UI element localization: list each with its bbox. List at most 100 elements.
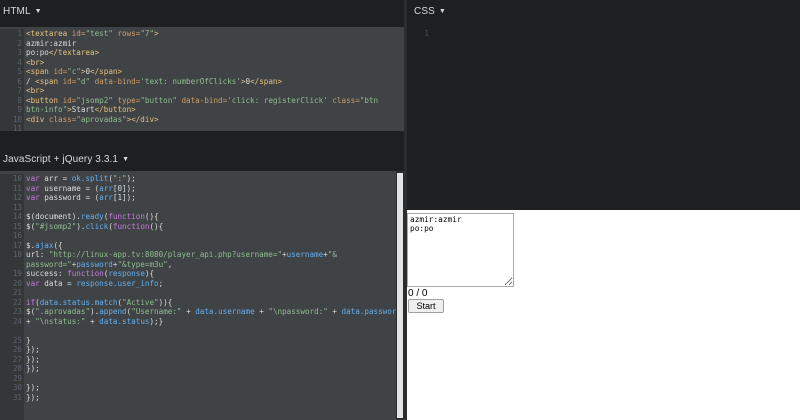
code-line[interactable]: $("#jsomp2").click(function(){ <box>26 222 396 232</box>
code-line[interactable]: var password = (arr[1]); <box>26 193 396 203</box>
code-token: "&type=m3u" <box>117 259 168 269</box>
code-token: Start <box>71 105 95 114</box>
code-line[interactable]: <div class="aprovadas"></div> <box>26 115 404 125</box>
css-code-editor[interactable]: 1 <box>407 27 800 210</box>
code-line[interactable] <box>26 203 396 213</box>
code-line[interactable]: var username = (arr[0]); <box>26 184 396 194</box>
result-textarea[interactable] <box>407 213 514 287</box>
jsfiddle-workspace: HTML ▼ 1 2 3 4 5 6 7 8 9 10 11 <textarea id="test"… <box>0 0 800 420</box>
code-line[interactable]: azmir:azmir <box>26 39 404 49</box>
code-line[interactable] <box>26 231 396 241</box>
code-token: [0]); <box>112 183 136 193</box>
code-line[interactable]: password="+password+"&type=m3u", <box>26 260 396 270</box>
code-line[interactable]: if(data.status.match("Active")){ <box>26 298 396 308</box>
code-token: "c" <box>67 67 81 76</box>
code-token: (){ <box>149 221 164 231</box>
code-line[interactable]: $(document).ready(function(){ <box>26 212 396 222</box>
code-line[interactable]: var arr = ok.split(":"); <box>26 174 396 184</box>
line-number: 20 <box>12 278 22 288</box>
code-token: 'click: registerClick' <box>227 95 328 105</box>
code-line[interactable]: url: "http://linux-app.tv:8080/player_ap… <box>26 250 396 260</box>
code-token: data.status.match <box>39 297 118 307</box>
code-token: class= <box>327 95 360 105</box>
code-token: ){ <box>144 269 155 278</box>
chevron-down-icon[interactable]: ▼ <box>122 156 129 163</box>
code-token: password=" <box>26 259 72 269</box>
code-token: }); <box>26 345 40 354</box>
chevron-down-icon[interactable]: ▼ <box>439 8 446 15</box>
start-button[interactable]: Start <box>408 299 444 313</box>
line-number: 4 <box>17 57 22 67</box>
chevron-down-icon[interactable]: ▼ <box>35 8 42 15</box>
code-line[interactable] <box>433 29 800 39</box>
code-line[interactable]: <br> <box>26 86 404 96</box>
code-token: success: <box>26 269 68 278</box>
code-line[interactable]: <textarea id="test" rows="7"> <box>26 29 404 39</box>
html-code-editor[interactable]: 1 2 3 4 5 6 7 8 9 10 11 <textarea id="test" rows="… <box>0 27 404 131</box>
code-token: <br> <box>26 57 45 67</box>
line-number: 23 <box>12 307 22 316</box>
code-token: ".aprovadas" <box>35 307 91 316</box>
code-token: }); <box>26 354 40 364</box>
code-line[interactable]: }); <box>26 383 396 393</box>
code-token: if <box>26 297 36 307</box>
code-line[interactable] <box>26 124 404 131</box>
code-line[interactable]: }); <box>26 355 396 365</box>
code-content[interactable]: var arr = ok.split(":"); var username = (… <box>26 174 396 402</box>
code-line[interactable]: }); <box>26 345 396 355</box>
code-token: "test" <box>85 29 113 38</box>
code-token: , <box>167 259 173 269</box>
code-token: + <box>85 316 100 326</box>
code-token: ; <box>158 278 164 288</box>
code-line[interactable]: + "\nstatus:" + data.status);} <box>26 317 396 327</box>
code-line[interactable] <box>26 374 396 384</box>
scrollbar-thumb[interactable] <box>397 173 403 418</box>
code-line[interactable]: <span id="c">0</span> <box>26 67 404 77</box>
code-line[interactable]: }); <box>26 393 396 403</box>
code-line[interactable]: / <span id="d" data-bind='text: numberOf… <box>26 77 404 87</box>
js-panel-header[interactable]: JavaScript + jQuery 3.3.1 ▼ <box>0 148 404 170</box>
code-line[interactable]: $.ajax({ <box>26 241 396 251</box>
code-token: arr = <box>44 174 72 183</box>
code-token: $. <box>26 240 36 250</box>
code-line[interactable]: btn-info">Start</button> <box>26 105 404 115</box>
code-line[interactable]: success: function(response){ <box>26 269 396 279</box>
code-line[interactable]: $(".aprovadas").append("Username:" + dat… <box>26 307 396 317</box>
code-token: "\nstatus:" <box>35 316 86 326</box>
code-token: + <box>327 307 342 316</box>
code-token: click <box>85 221 109 231</box>
line-number: 19 <box>12 269 22 278</box>
html-panel-header[interactable]: HTML ▼ <box>0 0 404 22</box>
code-content[interactable] <box>433 29 800 39</box>
code-line[interactable]: var data = response.user_info; <box>26 279 396 289</box>
js-code-editor[interactable]: 10 11 12 13 14 15 16 17 18 19 20 21 22 23 24 25 26 27 28 29… <box>0 171 396 420</box>
code-content[interactable]: <textarea id="test" rows="7"> azmir:azmir… <box>26 29 404 131</box>
code-line[interactable]: <br> <box>26 58 404 68</box>
line-number: 7 <box>17 86 22 95</box>
code-token: var <box>26 278 45 288</box>
code-line[interactable]: }); <box>26 364 396 374</box>
line-number: 3 <box>17 48 22 57</box>
code-token: data-bind= <box>176 95 228 105</box>
code-line[interactable] <box>26 288 396 298</box>
line-number: 18 <box>12 250 22 259</box>
line-number: 29 <box>12 373 22 383</box>
code-token: <br> <box>26 86 45 95</box>
code-token: } <box>26 335 31 345</box>
code-line[interactable]: } <box>26 336 396 346</box>
code-token: var <box>26 183 45 193</box>
css-panel-header[interactable]: CSS ▼ <box>411 0 800 22</box>
code-token: data-bind= <box>90 76 141 86</box>
html-panel-title: HTML <box>3 5 31 17</box>
line-number <box>0 260 24 270</box>
code-token: ajax <box>35 240 54 250</box>
code-token: ok.split <box>71 174 109 183</box>
code-token: </textarea> <box>48 48 100 57</box>
js-editor-scrollbar[interactable] <box>396 171 404 420</box>
code-line[interactable]: <button id="jsomp2" type="button" data-b… <box>26 96 404 106</box>
code-token: "#jsomp2" <box>35 221 77 231</box>
line-number: 16 <box>12 231 22 240</box>
code-line[interactable]: po:po</textarea> <box>26 48 404 58</box>
code-token: + <box>254 307 269 316</box>
code-line[interactable] <box>26 326 396 336</box>
